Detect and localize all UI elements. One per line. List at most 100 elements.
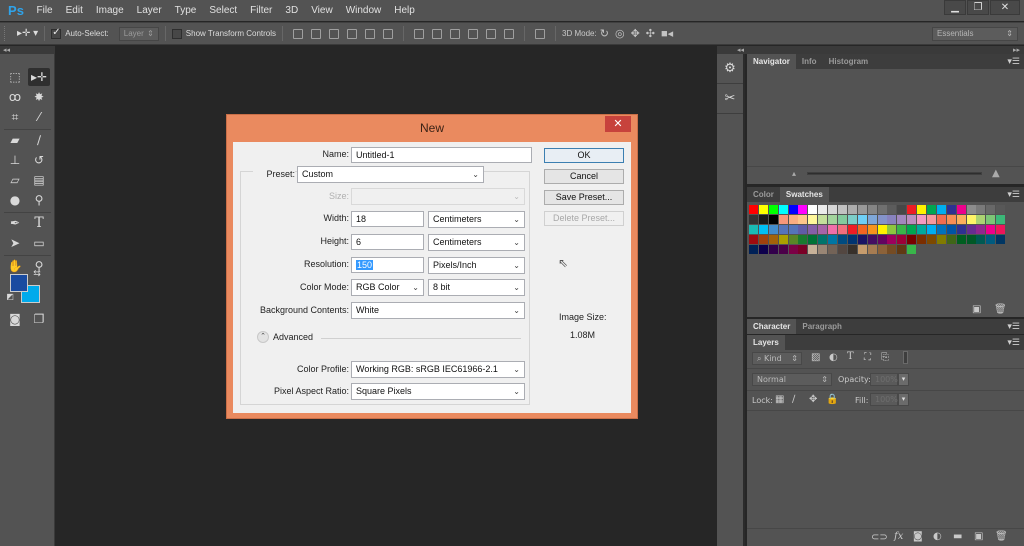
- swatch[interactable]: [758, 215, 768, 224]
- pen-tool-icon[interactable]: ✒: [4, 214, 26, 232]
- swatch[interactable]: [749, 225, 758, 234]
- swatch[interactable]: [857, 245, 867, 254]
- swatch[interactable]: [749, 235, 758, 244]
- name-input[interactable]: Untitled-1: [351, 147, 532, 163]
- restore-button[interactable]: ❐: [967, 0, 989, 15]
- swatch[interactable]: [857, 205, 867, 214]
- menu-3d[interactable]: 3D: [279, 5, 305, 16]
- swatch[interactable]: [976, 225, 986, 234]
- align-right-icon[interactable]: [383, 28, 394, 39]
- swatch[interactable]: [956, 215, 966, 224]
- minimize-button[interactable]: ▁: [944, 0, 966, 15]
- height-input[interactable]: 6: [351, 234, 424, 250]
- new-swatch-icon[interactable]: ▣: [972, 304, 981, 315]
- rectangular-marquee-tool-icon[interactable]: ⬚: [4, 68, 26, 86]
- new-layer-icon[interactable]: ▣: [974, 531, 983, 542]
- swatch[interactable]: [986, 225, 996, 234]
- swatch[interactable]: [907, 235, 917, 244]
- auto-select-checkbox[interactable]: [51, 27, 62, 39]
- gradient-tool-icon[interactable]: ▤: [28, 171, 50, 189]
- layer-filter-kind-select[interactable]: ⌕ Kind ⇕: [752, 352, 802, 365]
- swatch[interactable]: [897, 205, 907, 214]
- swatch[interactable]: [808, 225, 818, 234]
- swatch[interactable]: [897, 235, 907, 244]
- swatch[interactable]: [768, 225, 778, 234]
- workspace-select[interactable]: Essentials ⇕: [932, 26, 1018, 41]
- swatch[interactable]: [927, 215, 937, 224]
- swatch[interactable]: [986, 205, 996, 214]
- filter-type-icon[interactable]: T: [847, 351, 854, 362]
- swatch[interactable]: [867, 205, 877, 214]
- swatch[interactable]: [956, 205, 966, 214]
- swatch[interactable]: [976, 205, 986, 214]
- swatch[interactable]: [857, 235, 867, 244]
- swatch[interactable]: [946, 215, 956, 224]
- swatch[interactable]: [758, 205, 768, 214]
- swatch[interactable]: [917, 215, 927, 224]
- swatch[interactable]: [847, 225, 857, 234]
- swatch[interactable]: [847, 235, 857, 244]
- swatch[interactable]: [758, 225, 768, 234]
- background-contents-select[interactable]: White ⌄: [351, 302, 525, 319]
- swatch[interactable]: [966, 235, 976, 244]
- align-vcenter-icon[interactable]: [311, 28, 322, 39]
- swatch[interactable]: [877, 235, 887, 244]
- distribute-top-icon[interactable]: [414, 28, 425, 39]
- swatch[interactable]: [956, 225, 966, 234]
- cancel-button[interactable]: Cancel: [544, 169, 624, 184]
- tab-navigator[interactable]: Navigator: [747, 54, 796, 69]
- swatch[interactable]: [966, 225, 976, 234]
- lock-all-icon[interactable]: 🔒: [826, 394, 838, 405]
- swatch[interactable]: [808, 245, 818, 254]
- swatch[interactable]: [877, 245, 887, 254]
- distribute-vcenter-icon[interactable]: [432, 28, 443, 39]
- swatch[interactable]: [996, 235, 1006, 244]
- adjustment-layer-icon[interactable]: ◐: [933, 531, 942, 542]
- swatch[interactable]: [838, 245, 848, 254]
- swatch[interactable]: [986, 235, 996, 244]
- swatch[interactable]: [877, 205, 887, 214]
- menu-select[interactable]: Select: [203, 5, 244, 16]
- clone-stamp-tool-icon[interactable]: ⊥: [4, 151, 26, 169]
- auto-align-icon[interactable]: [535, 28, 546, 39]
- swatch[interactable]: [828, 215, 838, 224]
- layer-style-icon[interactable]: fx: [894, 531, 903, 542]
- swatch[interactable]: [749, 215, 758, 224]
- path-selection-tool-icon[interactable]: ➤: [4, 234, 26, 252]
- expand-icon[interactable]: ▸▸: [1013, 46, 1020, 54]
- swatch[interactable]: [749, 245, 758, 254]
- swatch[interactable]: [867, 235, 877, 244]
- swatch[interactable]: [798, 245, 808, 254]
- add-mask-icon[interactable]: ◙: [913, 531, 923, 542]
- properties-panel-icon[interactable]: ⚙: [717, 54, 743, 84]
- swatch[interactable]: [798, 205, 808, 214]
- swatch[interactable]: [818, 205, 828, 214]
- swatch[interactable]: [877, 215, 887, 224]
- menu-edit[interactable]: Edit: [59, 5, 89, 16]
- width-input[interactable]: 18: [351, 211, 424, 227]
- swatch[interactable]: [818, 215, 828, 224]
- type-tool-icon[interactable]: T: [28, 214, 50, 232]
- panel-menu-icon[interactable]: ▾☰: [1007, 56, 1020, 67]
- tab-swatches[interactable]: Swatches: [779, 187, 829, 202]
- spot-healing-tool-icon[interactable]: ▰: [4, 131, 26, 149]
- resolution-unit-select[interactable]: Pixels/Inch ⌄: [428, 257, 525, 274]
- eraser-tool-icon[interactable]: ▱: [4, 171, 26, 189]
- swatch[interactable]: [818, 235, 828, 244]
- crop-tool-icon[interactable]: ⌗: [4, 108, 26, 126]
- swatch[interactable]: [778, 225, 788, 234]
- swatch[interactable]: [917, 235, 927, 244]
- swatch[interactable]: [808, 205, 818, 214]
- swatch[interactable]: [877, 225, 887, 234]
- swatch[interactable]: [867, 245, 877, 254]
- swatch[interactable]: [946, 235, 956, 244]
- swatch[interactable]: [907, 245, 917, 254]
- lasso-tool-icon[interactable]: ꝏ: [4, 88, 26, 106]
- swatch[interactable]: [828, 235, 838, 244]
- swatch[interactable]: [798, 215, 808, 224]
- swatch[interactable]: [788, 235, 798, 244]
- filter-shape-icon[interactable]: ⛶: [864, 352, 871, 363]
- hand-tool-icon[interactable]: ✋: [4, 257, 26, 275]
- swatch[interactable]: [917, 225, 927, 234]
- swatch[interactable]: [936, 205, 946, 214]
